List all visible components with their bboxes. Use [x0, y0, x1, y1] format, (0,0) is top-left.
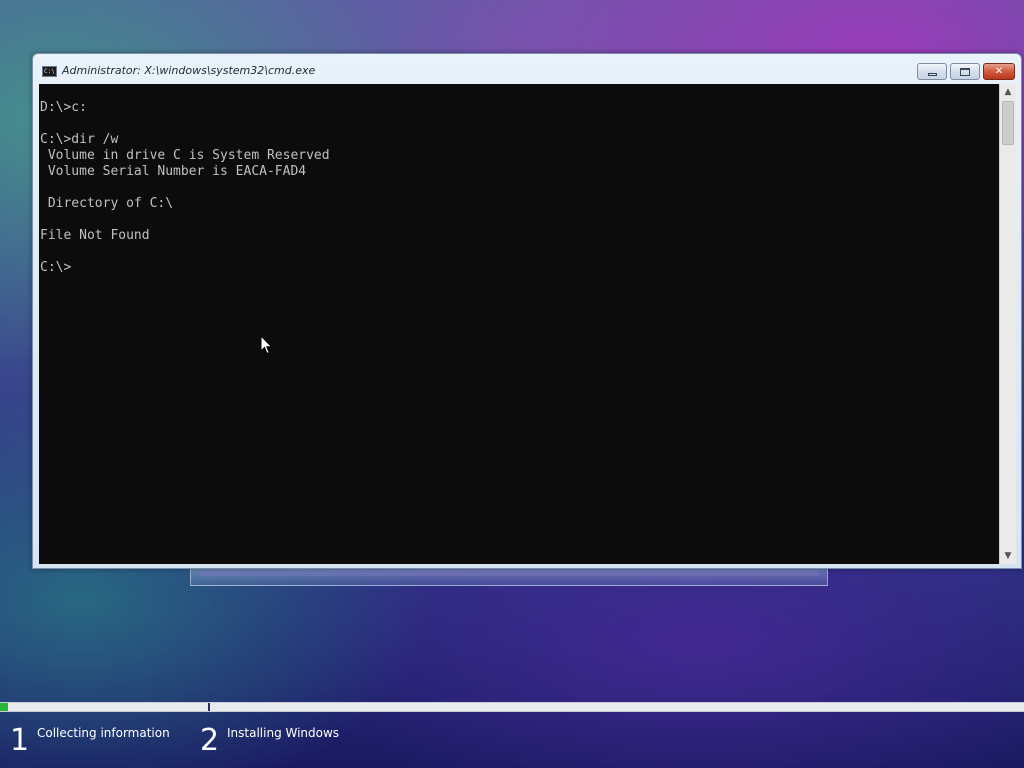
cmd-window[interactable]: C:\ Administrator: X:\windows\system32\c… [32, 53, 1022, 569]
chevron-down-icon: ▼ [1004, 551, 1012, 561]
close-icon: ✕ [994, 66, 1004, 77]
restore-icon [960, 67, 970, 76]
step-number: 1 [10, 723, 30, 758]
step-number: 2 [200, 723, 220, 758]
step-label: Installing Windows [227, 726, 340, 740]
console-line: File Not Found [40, 228, 150, 243]
minimize-icon [927, 72, 937, 76]
chevron-up-icon: ▲ [1004, 87, 1012, 97]
setup-window-background-bar [199, 570, 819, 576]
console-line: Directory of C:\ [40, 196, 174, 211]
console-lines: D:\>c: C:\>dir /w Volume in drive C is Sy… [40, 100, 330, 276]
console-line: C:\> [40, 260, 72, 275]
close-button[interactable]: ✕ [983, 63, 1015, 80]
minimize-button[interactable] [917, 63, 947, 80]
mouse-pointer-icon [260, 335, 272, 355]
vertical-scrollbar[interactable]: ▲ ▼ [999, 84, 1016, 564]
scroll-down-button[interactable]: ▼ [1000, 548, 1016, 564]
console-output[interactable]: D:\>c: C:\>dir /w Volume in drive C is Sy… [39, 84, 999, 564]
caption-buttons: ✕ [914, 63, 1015, 81]
console-line: C:\>dir /w [40, 132, 119, 147]
console-line: Volume in drive C is System Reserved [40, 148, 330, 163]
window-title: Administrator: X:\windows\system32\cmd.e… [62, 64, 316, 77]
maximize-button[interactable] [950, 63, 980, 80]
cmd-icon: C:\ [42, 66, 57, 77]
step-label: Collecting information [37, 726, 170, 740]
scroll-thumb[interactable] [1002, 101, 1014, 145]
progress-step-divider [208, 703, 210, 711]
title-bar[interactable]: C:\ Administrator: X:\windows\system32\c… [33, 54, 1021, 84]
setup-window-background [190, 566, 828, 586]
setup-progress-bar [0, 702, 1024, 712]
scroll-up-button[interactable]: ▲ [1000, 84, 1016, 100]
console-line: D:\>c: [40, 100, 87, 115]
setup-progress-fill [0, 703, 9, 711]
console-line: Volume Serial Number is EACA-FAD4 [40, 164, 307, 179]
